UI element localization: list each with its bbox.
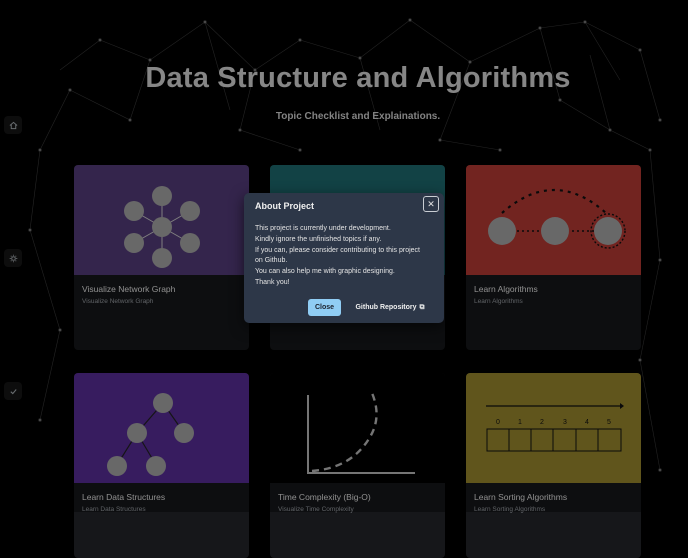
github-button-label: Github Repository [355, 304, 417, 311]
github-repository-button[interactable]: Github Repository ⧉ [347, 299, 433, 316]
modal-line: This project is currently under developm… [255, 225, 391, 232]
modal-line: If you can, please consider contributing… [255, 246, 420, 254]
modal-line: You can also help me with graphic design… [255, 268, 395, 276]
modal-line: Thank you! [255, 278, 290, 286]
modal-line: on Github. [255, 257, 288, 265]
modal-line: Kindly ignore the unfinished topics if a… [255, 235, 382, 243]
modal-title: About Project [255, 201, 315, 211]
external-link-icon: ⧉ [419, 304, 425, 311]
close-icon[interactable]: ✕ [423, 196, 439, 212]
modal-body: This project is currently under developm… [255, 224, 441, 289]
about-project-modal: About Project ✕ This project is currentl… [244, 193, 444, 323]
close-button[interactable]: Close [308, 299, 341, 316]
